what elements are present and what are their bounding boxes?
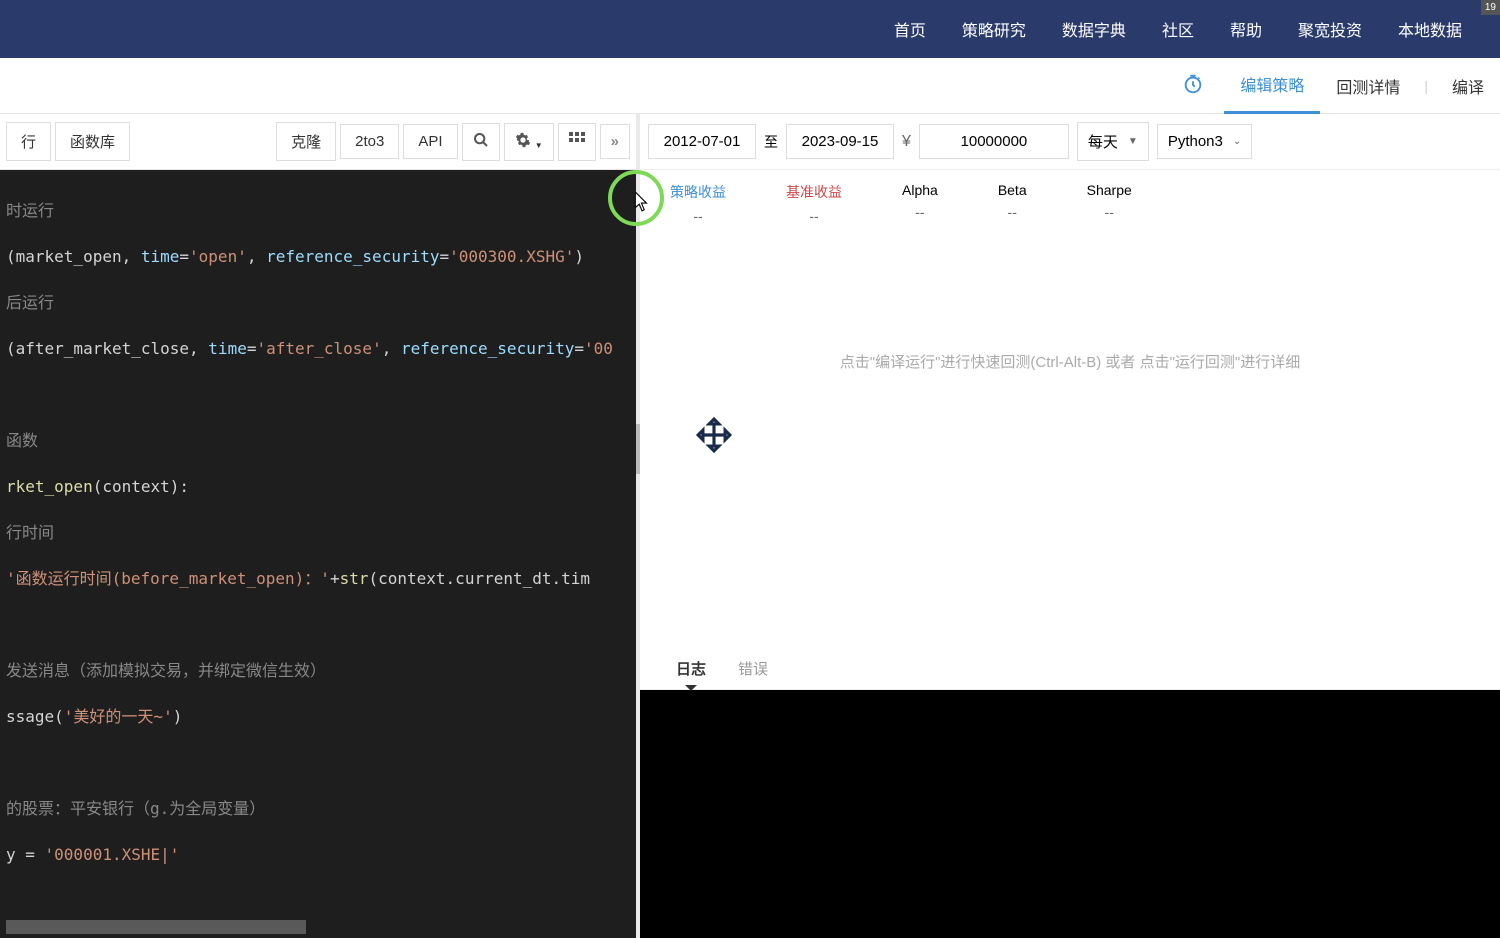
tab-edit-strategy[interactable]: 编辑策略 xyxy=(1224,58,1320,114)
code-editor[interactable]: 时运行 (market_open, time='open', reference… xyxy=(0,170,636,938)
frequency-select[interactable]: 每天▼ xyxy=(1077,122,1149,161)
run-button[interactable]: 行 xyxy=(6,122,51,161)
search-icon[interactable] xyxy=(462,123,500,161)
horizontal-scrollbar[interactable] xyxy=(6,920,306,934)
capital-input[interactable] xyxy=(919,124,1069,159)
chevron-down-icon: ▼ xyxy=(1128,136,1138,147)
chart-hint-text: 点击"编译运行"进行快速回测(Ctrl-Alt-B) 或者 点击"运行回测"进行… xyxy=(640,351,1500,372)
metrics-row: 策略收益-- 基准收益-- Alpha-- Beta-- Sharpe-- xyxy=(640,170,1500,236)
tab-errors[interactable]: 错误 xyxy=(722,648,784,689)
move-icon xyxy=(695,416,733,458)
clone-button[interactable]: 克隆 xyxy=(276,122,336,161)
top-navigation: 首页 策略研究 数据字典 社区 帮助 聚宽投资 本地数据 xyxy=(0,0,1500,58)
2to3-button[interactable]: 2to3 xyxy=(340,124,399,159)
log-tabs: 日志 错误 xyxy=(640,648,1500,690)
metric-strategy-return: 策略收益-- xyxy=(670,182,726,224)
results-panel: 至 ¥ 每天▼ Python3⌄ 策略收益-- 基准收益-- Alpha-- B… xyxy=(640,114,1500,938)
tab-backtest-details[interactable]: 回测详情 xyxy=(1320,58,1416,114)
api-button[interactable]: API xyxy=(403,124,457,159)
language-select[interactable]: Python3⌄ xyxy=(1157,124,1252,159)
sub-navigation: 编辑策略 回测详情 | 编译 xyxy=(0,58,1500,114)
nav-data-dict[interactable]: 数据字典 xyxy=(1044,17,1144,41)
metric-sharpe: Sharpe-- xyxy=(1087,182,1132,224)
currency-symbol: ¥ xyxy=(902,133,911,151)
grid-icon[interactable] xyxy=(558,123,596,161)
gear-icon[interactable]: ▼ xyxy=(504,123,554,161)
date-to-input[interactable] xyxy=(786,124,894,159)
divider: | xyxy=(1424,78,1428,94)
nav-local-data[interactable]: 本地数据 xyxy=(1380,17,1480,41)
log-panel: 日志 错误 xyxy=(640,648,1500,938)
backtest-settings: 至 ¥ 每天▼ Python3⌄ xyxy=(640,114,1500,170)
library-button[interactable]: 函数库 xyxy=(55,122,130,161)
chevron-down-icon: ⌄ xyxy=(1233,136,1241,147)
editor-panel: 行 函数库 克隆 2to3 API ▼ » 时运行 (market_open, … xyxy=(0,114,636,938)
tab-logs[interactable]: 日志 xyxy=(660,648,722,689)
log-content[interactable] xyxy=(640,690,1500,938)
chart-area: 点击"编译运行"进行快速回测(Ctrl-Alt-B) 或者 点击"运行回测"进行… xyxy=(640,236,1500,648)
date-separator: 至 xyxy=(764,132,778,152)
editor-toolbar: 行 函数库 克隆 2to3 API ▼ » xyxy=(0,114,636,170)
metric-beta: Beta-- xyxy=(998,182,1027,224)
tab-compile[interactable]: 编译 xyxy=(1436,58,1500,114)
nav-help[interactable]: 帮助 xyxy=(1212,17,1280,41)
date-from-input[interactable] xyxy=(648,124,756,159)
main-content: 行 函数库 克隆 2to3 API ▼ » 时运行 (market_open, … xyxy=(0,114,1500,938)
nav-invest[interactable]: 聚宽投资 xyxy=(1280,17,1380,41)
metric-benchmark-return: 基准收益-- xyxy=(786,182,842,224)
badge: 19 xyxy=(1481,0,1500,15)
expand-icon[interactable]: » xyxy=(600,124,630,159)
nav-home[interactable]: 首页 xyxy=(876,17,944,41)
nav-strategy[interactable]: 策略研究 xyxy=(944,17,1044,41)
clock-icon xyxy=(1182,73,1204,98)
nav-community[interactable]: 社区 xyxy=(1144,17,1212,41)
metric-alpha: Alpha-- xyxy=(902,182,938,224)
